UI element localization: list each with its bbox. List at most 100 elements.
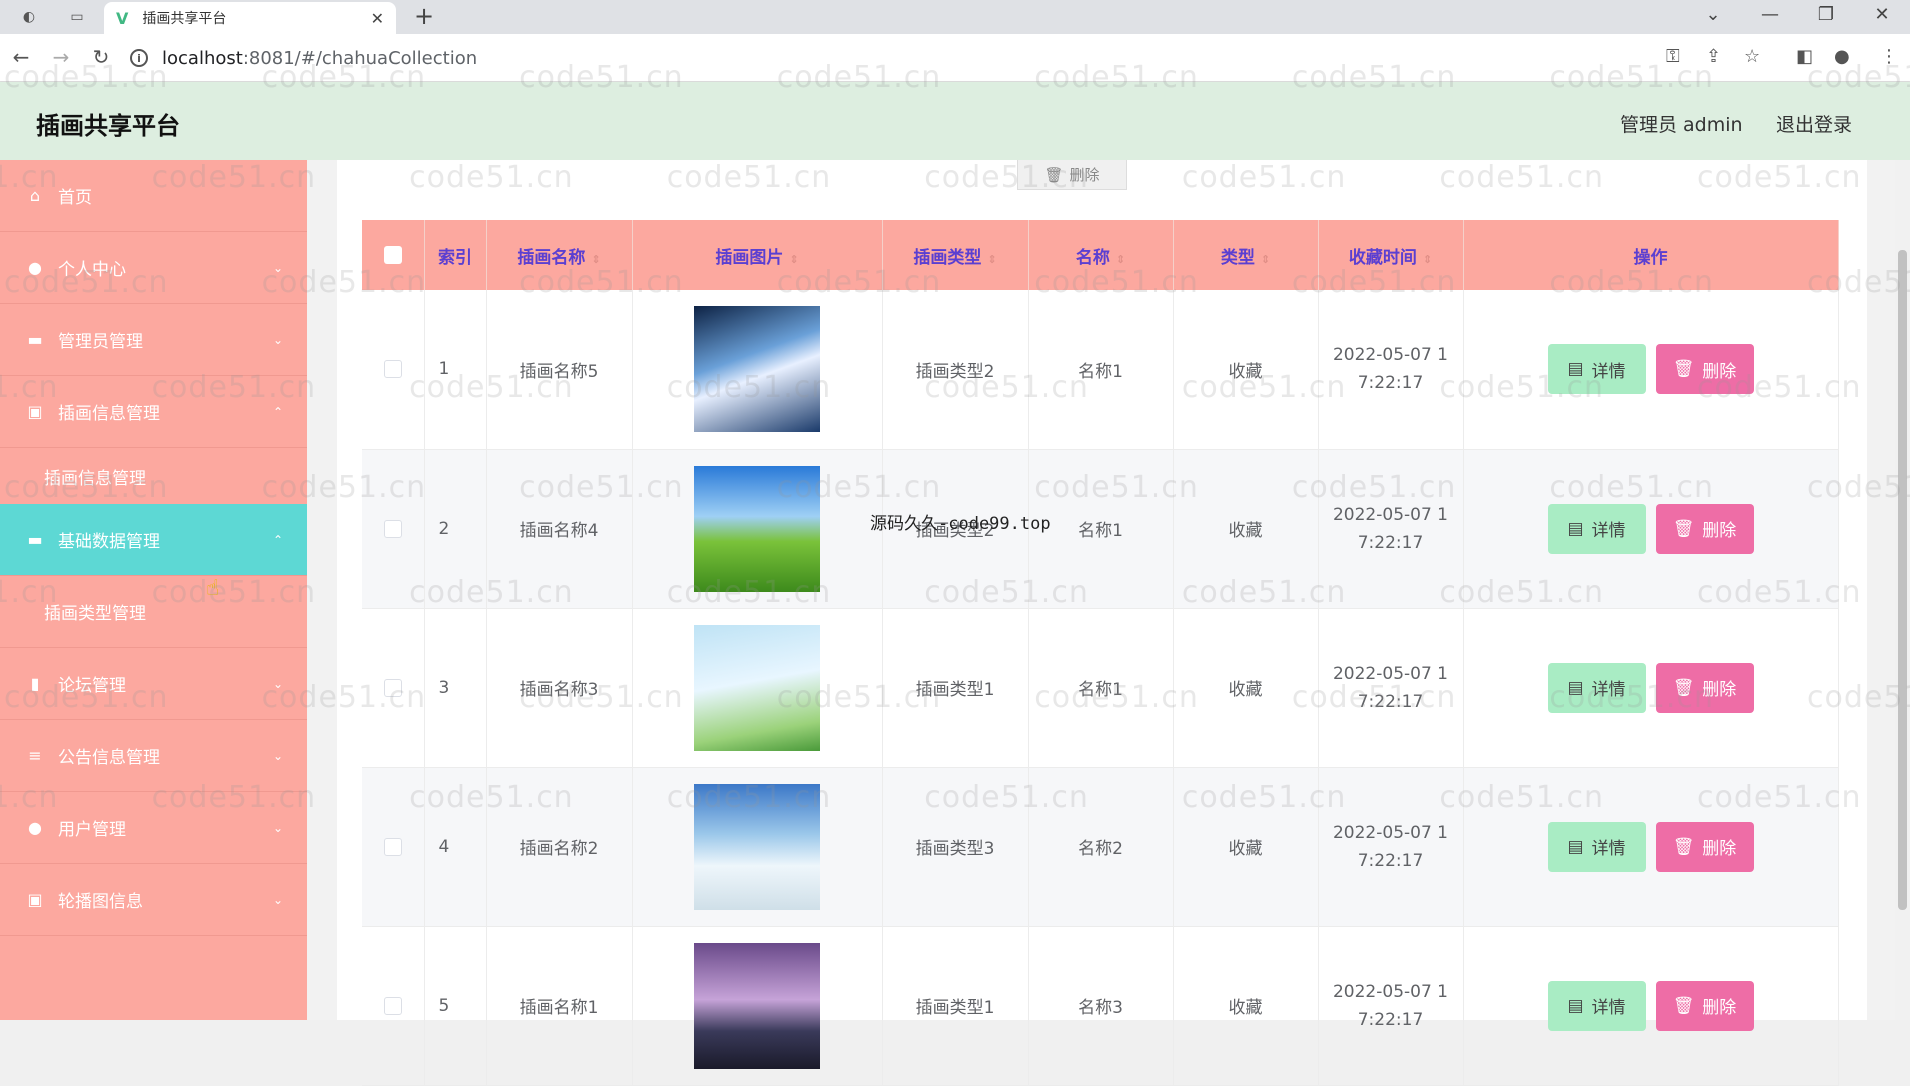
forward-icon[interactable]: → <box>46 45 76 69</box>
batch-delete-button[interactable]: 🗑 删除 <box>1017 160 1127 190</box>
sort-icon[interactable]: ⇕ <box>1116 253 1125 266</box>
sidebar-item-label: 首页 <box>58 188 92 208</box>
sidebar-item-basedata[interactable]: ▬ 基础数据管理 ⌃ <box>0 504 307 576</box>
document-icon: ▤ <box>1567 518 1584 539</box>
image-cell <box>632 767 883 927</box>
star-icon[interactable]: ☆ <box>1744 46 1760 67</box>
user-icon: ● <box>28 818 42 837</box>
column-header[interactable]: 插画图片 ⇕ <box>632 220 883 290</box>
sidebar-item-home[interactable]: ⌂ 首页 <box>0 160 307 232</box>
submenu-item-type[interactable]: 插画类型管理 <box>0 576 307 648</box>
chevron-down-icon[interactable]: ⌄ <box>1693 4 1733 25</box>
row-select-cell[interactable] <box>362 767 425 927</box>
column-header[interactable]: 收藏时间 ⇕ <box>1318 220 1464 290</box>
sidebar-item-label: 基础数据管理 <box>58 532 160 552</box>
sidebar-item-admin[interactable]: ▬ 管理员管理 ⌄ <box>0 304 307 376</box>
row-checkbox[interactable] <box>383 837 402 856</box>
detail-button[interactable]: ▤ 详情 <box>1547 821 1646 872</box>
sort-icon[interactable]: ⇕ <box>789 253 798 266</box>
logout-link[interactable]: 退出登录 <box>1776 110 1852 137</box>
actions-cell: ▤ 详情 🗑 删除 <box>1463 449 1839 609</box>
batch-delete-label: 删除 <box>1069 166 1100 184</box>
delete-label: 删除 <box>1702 680 1737 700</box>
illustration-image <box>694 306 820 433</box>
delete-button[interactable]: 🗑 删除 <box>1655 503 1754 554</box>
sidebar-item-label: 个人中心 <box>58 260 126 280</box>
row-checkbox[interactable] <box>383 360 402 379</box>
detail-button[interactable]: ▤ 详情 <box>1547 503 1646 554</box>
column-header[interactable]: 插画类型 ⇕ <box>882 220 1029 290</box>
chevron-down-icon: ⌄ <box>272 892 283 907</box>
delete-label: 删除 <box>1702 361 1737 382</box>
back-icon[interactable]: ← <box>6 45 36 69</box>
sort-icon[interactable]: ⇕ <box>1423 253 1432 266</box>
document-icon: ▤ <box>1567 359 1584 380</box>
window-close-icon[interactable]: ✕ <box>1862 4 1902 25</box>
row-checkbox[interactable] <box>383 996 402 1015</box>
close-icon[interactable]: ✕ <box>371 9 384 28</box>
minimize-icon[interactable]: — <box>1750 4 1790 25</box>
image-cell <box>632 449 883 609</box>
sort-icon[interactable]: ⇕ <box>987 253 996 266</box>
row-select-cell[interactable] <box>362 290 425 450</box>
delete-button[interactable]: 🗑 删除 <box>1655 980 1754 1031</box>
select-all-cell[interactable] <box>362 220 425 290</box>
sidebar: ⌂ 首页 ● 个人中心 ⌄ ▬ 管理员管理 ⌄ ▣ 插画信息管理 ⌃ 插画信息管… <box>0 160 307 1020</box>
app-title: 插画共享平台 <box>36 112 180 140</box>
restore-icon[interactable]: ❐ <box>1806 4 1846 25</box>
row-checkbox[interactable] <box>383 678 402 697</box>
page-icon[interactable]: ▭ <box>66 6 88 28</box>
column-header[interactable]: 类型 ⇕ <box>1173 220 1319 290</box>
browser-tab[interactable]: V 插画共享平台 ✕ <box>104 2 396 34</box>
row-select-cell[interactable] <box>362 926 425 1086</box>
sidebar-item-carousel[interactable]: ▣ 轮播图信息 ⌄ <box>0 864 307 936</box>
illustration-image <box>694 624 820 751</box>
sidepanel-icon[interactable]: ◧ <box>1796 46 1813 67</box>
illustration-image <box>694 942 820 1069</box>
new-tab-icon[interactable]: + <box>414 2 434 30</box>
sidebar-item-illustration[interactable]: ▣ 插画信息管理 ⌃ <box>0 376 307 448</box>
detail-button[interactable]: ▤ 详情 <box>1547 662 1646 713</box>
select-all-checkbox[interactable] <box>383 246 402 264</box>
sort-icon[interactable]: ⇕ <box>591 253 600 266</box>
globe-icon[interactable]: ◐ <box>18 6 40 28</box>
name-cell: 插画名称5 <box>486 290 633 450</box>
actions-cell: ▤ 详情 🗑 删除 <box>1463 608 1839 768</box>
time-date: 2022-05-07 1 <box>1332 663 1448 684</box>
sidebar-item-users[interactable]: ● 用户管理 ⌄ <box>0 792 307 864</box>
scrollbar-thumb[interactable] <box>1898 250 1907 910</box>
sidebar-item-profile[interactable]: ● 个人中心 ⌄ <box>0 232 307 304</box>
row-select-cell[interactable] <box>362 449 425 609</box>
sort-icon[interactable]: ⇕ <box>1261 253 1270 266</box>
row-checkbox[interactable] <box>383 519 402 538</box>
delete-button[interactable]: 🗑 删除 <box>1655 821 1754 872</box>
index-cell: 3 <box>424 608 487 768</box>
sidebar-item-forum[interactable]: ▮ 论坛管理 ⌄ <box>0 648 307 720</box>
delete-button[interactable]: 🗑 删除 <box>1655 344 1754 395</box>
name-cell: 插画名称4 <box>486 449 633 609</box>
url-field[interactable]: i localhost:8081/#/chahuaCollection <box>130 41 1650 75</box>
column-label: 操作 <box>1633 247 1668 268</box>
key-icon[interactable]: ⚿ <box>1666 46 1680 67</box>
menu-icon[interactable]: ⋮ <box>1880 46 1898 67</box>
column-header: 索引 <box>424 220 487 290</box>
type-cell: 插画类型1 <box>882 926 1029 1086</box>
kind-cell: 收藏 <box>1173 449 1319 609</box>
scrollbar[interactable] <box>1895 160 1910 1020</box>
submenu-item-illustration[interactable]: 插画信息管理 <box>0 448 307 504</box>
info-icon[interactable]: i <box>130 49 148 67</box>
detail-button[interactable]: ▤ 详情 <box>1547 980 1646 1031</box>
column-header[interactable]: 名称 ⇕ <box>1028 220 1174 290</box>
column-header[interactable]: 插画名称 ⇕ <box>486 220 633 290</box>
row-select-cell[interactable] <box>362 608 425 768</box>
trash-icon: 🗑 <box>1672 359 1695 380</box>
title-cell: 名称1 <box>1028 290 1174 450</box>
time-date: 2022-05-07 1 <box>1332 822 1448 843</box>
delete-button[interactable]: 🗑 删除 <box>1655 662 1754 713</box>
profile-icon[interactable]: ● <box>1834 46 1850 67</box>
share-icon[interactable]: ⇪ <box>1706 46 1721 67</box>
name-cell: 插画名称1 <box>486 926 633 1086</box>
sidebar-item-notice[interactable]: ≡ 公告信息管理 ⌄ <box>0 720 307 792</box>
detail-button[interactable]: ▤ 详情 <box>1547 344 1646 395</box>
reload-icon[interactable]: ↻ <box>86 45 116 69</box>
